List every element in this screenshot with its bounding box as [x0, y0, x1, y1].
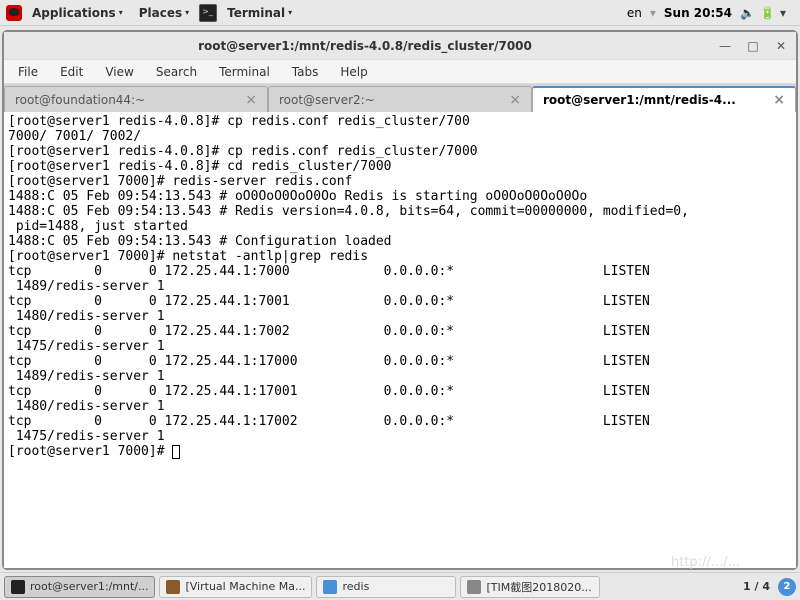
desktop-top-panel: Applications ▾ Places ▾ Terminal ▾ en ▾ … — [0, 0, 800, 26]
image-icon — [467, 580, 481, 594]
places-menu[interactable]: Places ▾ — [133, 3, 195, 23]
places-label: Places — [139, 6, 182, 20]
task-virt-manager[interactable]: [Virtual Machine Ma... — [159, 576, 312, 598]
menu-terminal[interactable]: Terminal — [209, 62, 280, 82]
task-label: root@server1:/mnt/... — [30, 580, 148, 593]
menu-tabs[interactable]: Tabs — [282, 62, 329, 82]
document-icon — [323, 580, 337, 594]
applications-label: Applications — [32, 6, 116, 20]
task-screenshot[interactable]: [TIM截图2018020... — [460, 576, 600, 598]
cursor-icon — [172, 445, 180, 459]
status-icons: 🔈 🔋 ▾ — [740, 6, 794, 20]
top-panel-left: Applications ▾ Places ▾ Terminal ▾ — [6, 3, 298, 23]
tab-label: root@server1:/mnt/redis-4... — [543, 93, 736, 107]
close-icon[interactable]: × — [509, 92, 521, 108]
tab-bar: root@foundation44:~ × root@server2:~ × r… — [4, 84, 796, 112]
chevron-down-icon: ▾ — [288, 8, 292, 17]
terminal-launcher-icon[interactable] — [199, 4, 217, 22]
task-label: [TIM截图2018020... — [486, 579, 591, 595]
distro-logo-icon[interactable] — [6, 5, 22, 21]
vm-icon — [166, 580, 180, 594]
tab-label: root@server2:~ — [279, 93, 375, 107]
keyboard-indicator[interactable]: en — [627, 6, 642, 20]
terminal-output[interactable]: [root@server1 redis-4.0.8]# cp redis.con… — [4, 112, 796, 568]
menu-help[interactable]: Help — [330, 62, 377, 82]
menu-edit[interactable]: Edit — [50, 62, 93, 82]
task-redis-doc[interactable]: redis — [316, 576, 456, 598]
desktop-bottom-panel: root@server1:/mnt/... [Virtual Machine M… — [0, 572, 800, 600]
terminal-icon — [11, 580, 25, 594]
menu-view[interactable]: View — [95, 62, 143, 82]
tab-server1-redis[interactable]: root@server1:/mnt/redis-4... × — [532, 86, 796, 112]
window-titlebar[interactable]: root@server1:/mnt/redis-4.0.8/redis_clus… — [4, 32, 796, 60]
menu-bar: File Edit View Search Terminal Tabs Help — [4, 60, 796, 84]
volume-icon[interactable]: 🔈 — [740, 6, 754, 20]
window-controls: — □ ✕ — [718, 39, 788, 53]
applications-menu[interactable]: Applications ▾ — [26, 3, 129, 23]
power-menu-icon[interactable]: ▾ — [780, 6, 794, 20]
terminal-label: Terminal — [227, 6, 285, 20]
maximize-button[interactable]: □ — [746, 39, 760, 53]
workspace-pager[interactable]: 1 / 4 — [743, 580, 770, 593]
chevron-down-icon: ▾ — [119, 8, 123, 17]
tab-foundation44[interactable]: root@foundation44:~ × — [4, 86, 268, 112]
terminal-window: root@server1:/mnt/redis-4.0.8/redis_clus… — [2, 30, 798, 570]
task-terminal[interactable]: root@server1:/mnt/... — [4, 576, 155, 598]
chevron-down-icon: ▾ — [185, 8, 189, 17]
notification-badge[interactable]: 2 — [778, 578, 796, 596]
close-icon[interactable]: × — [245, 92, 257, 108]
close-button[interactable]: ✕ — [774, 39, 788, 53]
minimize-button[interactable]: — — [718, 39, 732, 53]
tab-server2[interactable]: root@server2:~ × — [268, 86, 532, 112]
battery-icon[interactable]: 🔋 — [760, 6, 774, 20]
tab-label: root@foundation44:~ — [15, 93, 145, 107]
top-panel-right: en ▾ Sun 20:54 🔈 🔋 ▾ — [627, 6, 794, 20]
close-icon[interactable]: × — [773, 92, 785, 108]
clock[interactable]: Sun 20:54 — [664, 6, 732, 20]
menu-file[interactable]: File — [8, 62, 48, 82]
window-title: root@server1:/mnt/redis-4.0.8/redis_clus… — [12, 39, 718, 53]
terminal-menu[interactable]: Terminal ▾ — [221, 3, 298, 23]
taskbar-right: 1 / 4 2 — [743, 578, 796, 596]
menu-search[interactable]: Search — [146, 62, 207, 82]
separator-icon: ▾ — [650, 6, 656, 20]
task-label: [Virtual Machine Ma... — [185, 580, 305, 593]
task-label: redis — [342, 580, 369, 593]
